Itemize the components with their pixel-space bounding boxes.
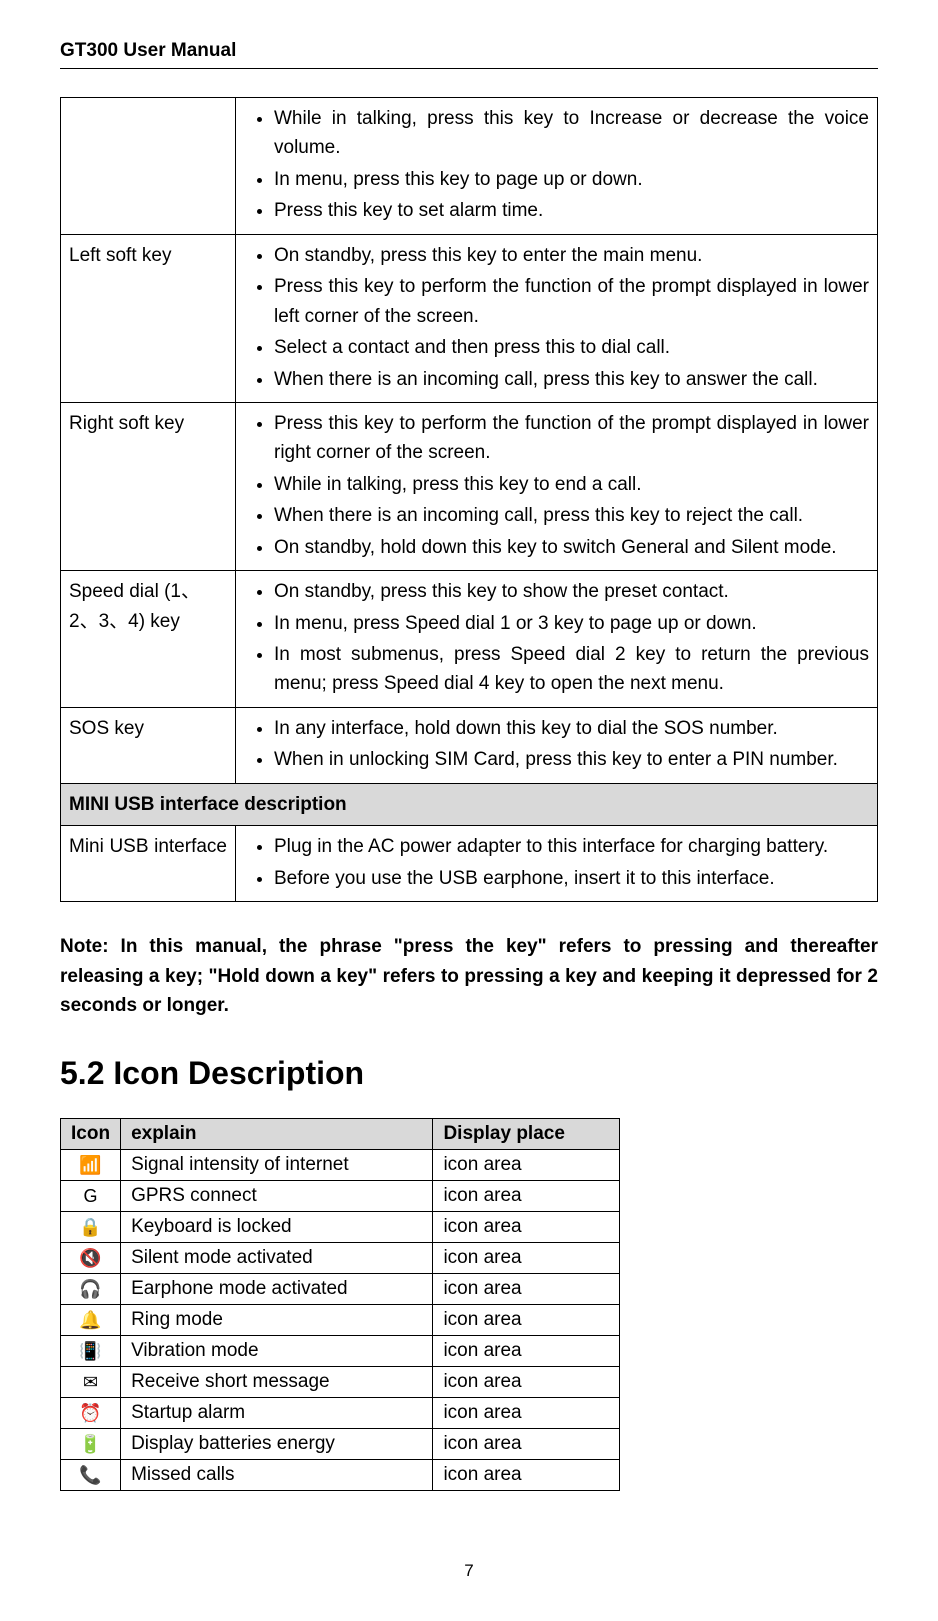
icon-place-cell: icon area xyxy=(433,1398,620,1429)
key-desc-cell: While in talking, press this key to Incr… xyxy=(236,98,878,235)
key-name-cell: Left soft key xyxy=(61,234,236,402)
key-name-cell: Mini USB interface xyxy=(61,826,236,902)
key-desc-item: In menu, press this key to page up or do… xyxy=(274,165,869,194)
key-desc-item: Select a contact and then press this to … xyxy=(274,333,869,362)
icon-place-cell: icon area xyxy=(433,1150,620,1181)
key-desc-item: Press this key to perform the function o… xyxy=(274,409,869,468)
icon-place-cell: icon area xyxy=(433,1460,620,1491)
gprs-icon: G xyxy=(61,1181,121,1212)
table-row: 📞Missed callsicon area xyxy=(61,1460,620,1491)
icon-place-cell: icon area xyxy=(433,1305,620,1336)
signal-icon: 📶 xyxy=(61,1150,121,1181)
key-desc-item: While in talking, press this key to end … xyxy=(274,470,869,499)
icon-explain-cell: Vibration mode xyxy=(121,1336,433,1367)
table-row: ⏰Startup alarmicon area xyxy=(61,1398,620,1429)
table-row: Left soft key On standby, press this key … xyxy=(61,234,878,402)
key-desc-item: When in unlocking SIM Card, press this k… xyxy=(274,745,869,774)
key-desc-item: In menu, press Speed dial 1 or 3 key to … xyxy=(274,609,869,638)
icon-explain-cell: Startup alarm xyxy=(121,1398,433,1429)
icon-place-cell: icon area xyxy=(433,1274,620,1305)
key-name-cell xyxy=(61,98,236,235)
icon-place-cell: icon area xyxy=(433,1212,620,1243)
table-row: SOS key In any interface, hold down this … xyxy=(61,707,878,783)
table-row: 🔔Ring modeicon area xyxy=(61,1305,620,1336)
table-row: 📶Signal intensity of interneticon area xyxy=(61,1150,620,1181)
icon-col-header: Icon xyxy=(61,1119,121,1150)
key-desc-cell: On standby, press this key to enter the … xyxy=(236,234,878,402)
key-desc-cell: On standby, press this key to show the p… xyxy=(236,571,878,708)
missed-call-icon: 📞 xyxy=(61,1460,121,1491)
icon-description-table: Icon explain Display place 📶Signal inten… xyxy=(60,1118,620,1491)
icon-explain-cell: Keyboard is locked xyxy=(121,1212,433,1243)
table-row: Speed dial (1、2、3、4) key On standby, pres… xyxy=(61,571,878,708)
table-row: 🔋Display batteries energyicon area xyxy=(61,1429,620,1460)
ring-icon: 🔔 xyxy=(61,1305,121,1336)
table-row: Mini USB interface Plug in the AC power a… xyxy=(61,826,878,902)
table-row: Right soft key Press this key to perform … xyxy=(61,402,878,570)
usb-section-header: MINI USB interface description xyxy=(61,783,878,825)
icon-explain-cell: Signal intensity of internet xyxy=(121,1150,433,1181)
table-row: 🔒Keyboard is lockedicon area xyxy=(61,1212,620,1243)
note-paragraph: Note: In this manual, the phrase "press … xyxy=(60,932,878,1020)
key-name-cell: SOS key xyxy=(61,707,236,783)
table-row: 🎧Earphone mode activatedicon area xyxy=(61,1274,620,1305)
icon-explain-cell: Silent mode activated xyxy=(121,1243,433,1274)
table-row: While in talking, press this key to Incr… xyxy=(61,98,878,235)
key-description-table: While in talking, press this key to Incr… xyxy=(60,97,878,902)
icon-place-cell: icon area xyxy=(433,1429,620,1460)
icon-place-cell: icon area xyxy=(433,1336,620,1367)
key-name-cell: Right soft key xyxy=(61,402,236,570)
icon-explain-cell: Missed calls xyxy=(121,1460,433,1491)
explain-col-header: explain xyxy=(121,1119,433,1150)
header-rule xyxy=(60,68,878,69)
key-desc-item: Plug in the AC power adapter to this int… xyxy=(274,832,869,861)
key-desc-item: On standby, press this key to show the p… xyxy=(274,577,869,606)
earphone-icon: 🎧 xyxy=(61,1274,121,1305)
key-name-cell: Speed dial (1、2、3、4) key xyxy=(61,571,236,708)
sms-icon: ✉ xyxy=(61,1367,121,1398)
key-desc-item: Press this key to set alarm time. xyxy=(274,196,869,225)
table-row: 🔇Silent mode activatedicon area xyxy=(61,1243,620,1274)
icon-explain-cell: Receive short message xyxy=(121,1367,433,1398)
icon-place-cell: icon area xyxy=(433,1367,620,1398)
key-desc-item: In most submenus, press Speed dial 2 key… xyxy=(274,640,869,699)
key-desc-cell: In any interface, hold down this key to … xyxy=(236,707,878,783)
key-desc-cell: Plug in the AC power adapter to this int… xyxy=(236,826,878,902)
doc-header-title: GT300 User Manual xyxy=(60,40,878,62)
icon-place-cell: icon area xyxy=(433,1243,620,1274)
battery-icon: 🔋 xyxy=(61,1429,121,1460)
icon-explain-cell: Display batteries energy xyxy=(121,1429,433,1460)
table-row: ✉Receive short messageicon area xyxy=(61,1367,620,1398)
key-desc-item: On standby, press this key to enter the … xyxy=(274,241,869,270)
silent-icon: 🔇 xyxy=(61,1243,121,1274)
key-desc-item: Press this key to perform the function o… xyxy=(274,272,869,331)
table-row: GGPRS connecticon area xyxy=(61,1181,620,1212)
icon-place-cell: icon area xyxy=(433,1181,620,1212)
page-number: 7 xyxy=(60,1561,878,1581)
vibration-icon: 📳 xyxy=(61,1336,121,1367)
lock-icon: 🔒 xyxy=(61,1212,121,1243)
section-5-2-heading: 5.2 Icon Description xyxy=(60,1055,878,1092)
key-desc-item: When there is an incoming call, press th… xyxy=(274,501,869,530)
place-col-header: Display place xyxy=(433,1119,620,1150)
table-row: 📳Vibration modeicon area xyxy=(61,1336,620,1367)
alarm-icon: ⏰ xyxy=(61,1398,121,1429)
key-desc-item: In any interface, hold down this key to … xyxy=(274,714,869,743)
key-desc-cell: Press this key to perform the function o… xyxy=(236,402,878,570)
key-desc-item: While in talking, press this key to Incr… xyxy=(274,104,869,163)
key-desc-item: On standby, hold down this key to switch… xyxy=(274,533,869,562)
key-desc-item: Before you use the USB earphone, insert … xyxy=(274,864,869,893)
icon-explain-cell: GPRS connect xyxy=(121,1181,433,1212)
icon-explain-cell: Earphone mode activated xyxy=(121,1274,433,1305)
icon-explain-cell: Ring mode xyxy=(121,1305,433,1336)
key-desc-item: When there is an incoming call, press th… xyxy=(274,365,869,394)
